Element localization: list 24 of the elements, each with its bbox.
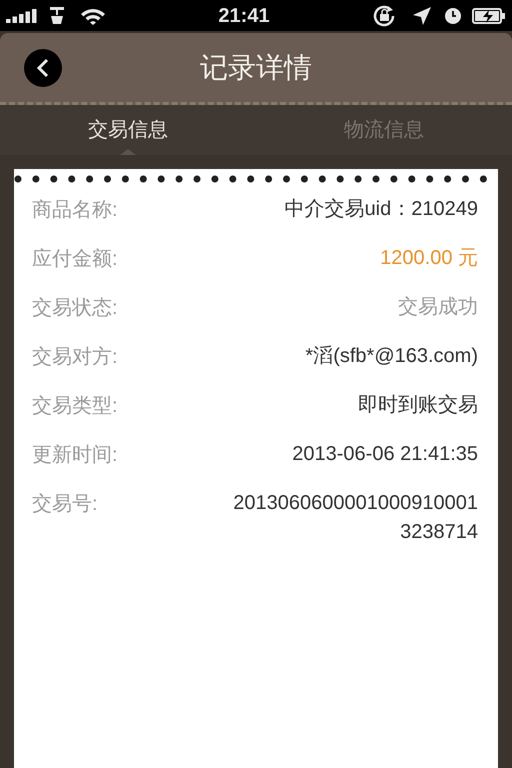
- detail-label: 更新时间:: [32, 443, 118, 468]
- location-icon: [412, 6, 432, 26]
- detail-label: 交易对方:: [32, 345, 118, 370]
- battery-charging-icon: [472, 6, 506, 24]
- signal-icon: [6, 8, 38, 22]
- back-icon: [36, 58, 50, 78]
- detail-value: 2013-06-06 21:41:35: [292, 442, 478, 467]
- detail-value: 1200.00 元: [380, 246, 478, 271]
- detail-value: 即时到账交易: [358, 393, 478, 418]
- detail-label: 交易号:: [32, 492, 98, 517]
- wifi-icon: [80, 6, 106, 24]
- page-title: 记录详情: [200, 50, 312, 84]
- status-time: 21:41: [218, 4, 270, 28]
- detail-value: 交易成功: [398, 295, 478, 320]
- detail-value: *滔(sfb*@163.com): [305, 344, 478, 369]
- back-button[interactable]: [24, 48, 62, 86]
- carrier-icon: [48, 4, 66, 26]
- alarm-icon: [444, 6, 462, 24]
- detail-label: 交易类型:: [32, 394, 118, 419]
- detail-label: 交易状态:: [32, 296, 118, 321]
- detail-value: 20130606000010009100013238714: [232, 491, 478, 545]
- detail-value: 中介交易uid：210249: [284, 197, 478, 222]
- detail-label: 商品名称:: [32, 198, 118, 223]
- detail-label: 应付金额:: [32, 247, 118, 272]
